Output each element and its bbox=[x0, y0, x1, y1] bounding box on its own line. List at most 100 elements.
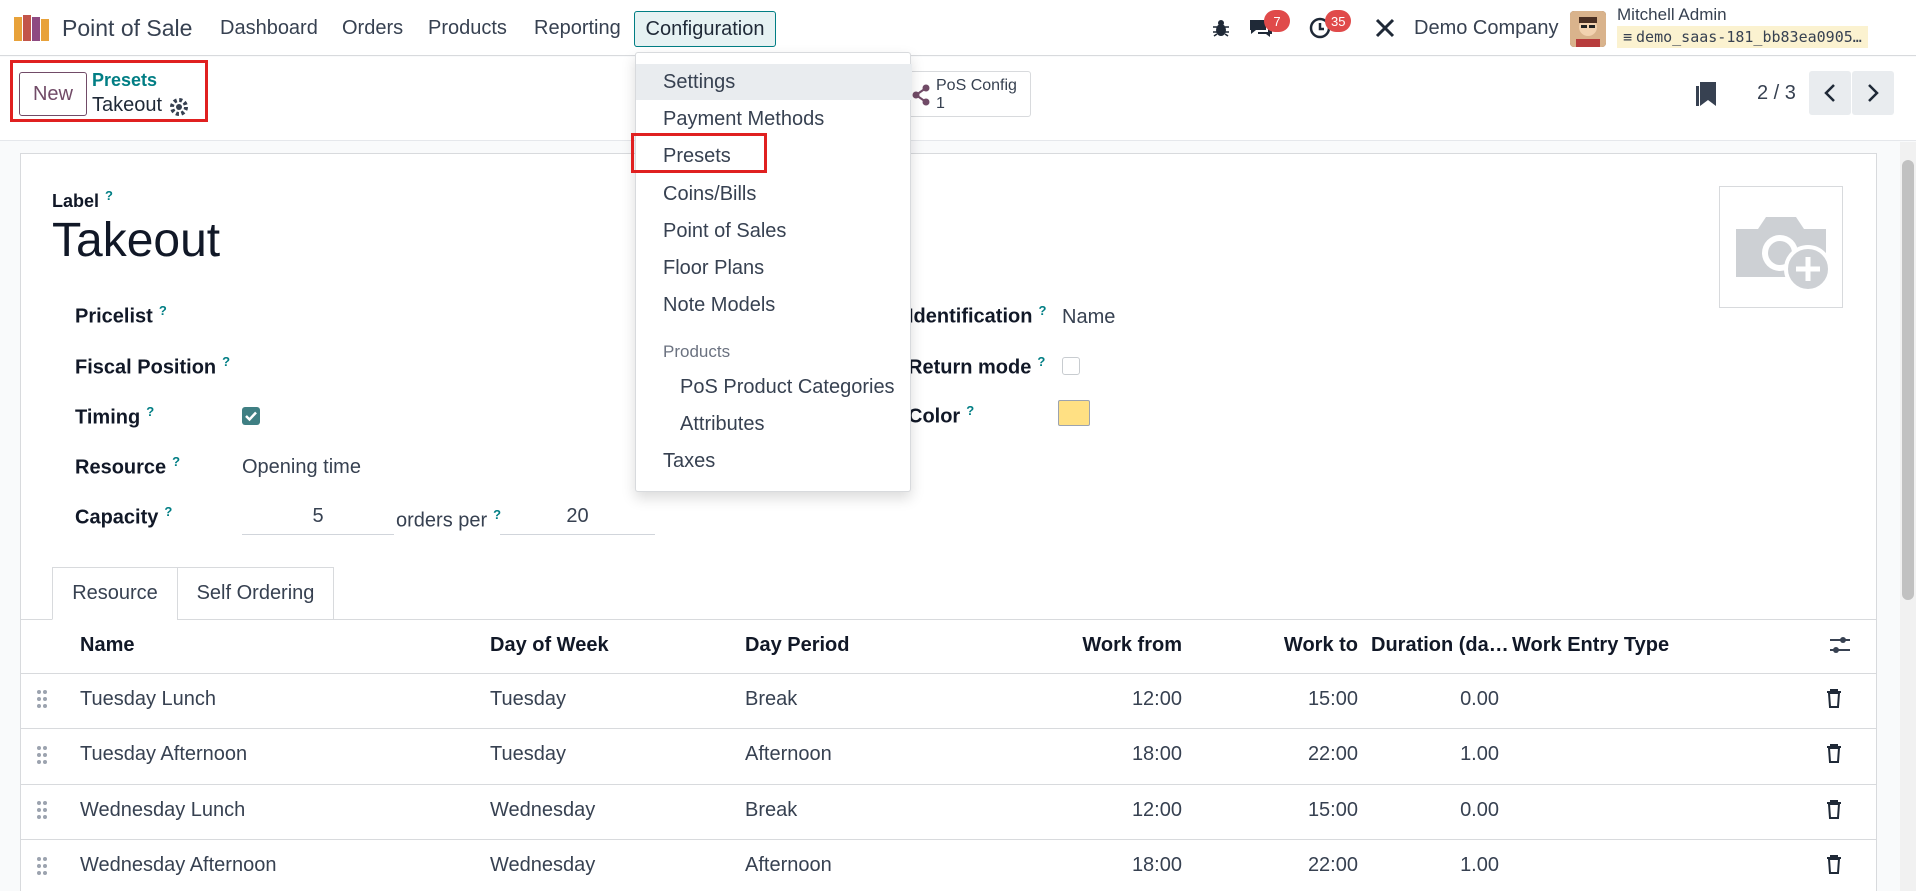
cell-day-period: Break bbox=[745, 799, 798, 821]
database-name-text: demo_saas-181_bb83ea0905… bbox=[1636, 28, 1862, 46]
identification-value[interactable]: Name bbox=[1062, 306, 1115, 329]
menu-configuration[interactable]: Configuration bbox=[634, 11, 776, 47]
menu-dashboard[interactable]: Dashboard bbox=[220, 0, 318, 56]
cell-work-from: 12:00 bbox=[1131, 688, 1182, 710]
pager-next-button[interactable] bbox=[1852, 71, 1894, 115]
cell-day-of-week: Wednesday bbox=[490, 799, 596, 821]
messages-count-badge: 7 bbox=[1264, 10, 1290, 32]
cell-day-period: Break bbox=[745, 688, 798, 710]
cell-duration: 0.00 bbox=[1460, 688, 1499, 710]
preset-title[interactable]: Takeout bbox=[52, 213, 220, 268]
orders-per-label: orders per? bbox=[396, 507, 502, 532]
pricelist-label: Pricelist? bbox=[75, 303, 167, 328]
menu-reporting[interactable]: Reporting bbox=[534, 0, 621, 56]
column-header-work-entry-type[interactable]: Work Entry Type bbox=[1512, 634, 1669, 657]
column-header-work-from[interactable]: Work from bbox=[1060, 634, 1182, 657]
row-divider bbox=[20, 784, 1877, 785]
column-header-work-to[interactable]: Work to bbox=[1250, 634, 1358, 657]
cell-work-to: 15:00 bbox=[1307, 688, 1358, 710]
smart-button-value: 1 bbox=[936, 95, 945, 112]
menu-item-floor-plans[interactable]: Floor Plans bbox=[636, 250, 912, 286]
menu-orders[interactable]: Orders bbox=[342, 0, 403, 56]
smart-button-label: PoS Config bbox=[936, 77, 1017, 94]
menu-item-coins-bills[interactable]: Coins/Bills bbox=[636, 176, 912, 212]
cell-day-of-week: Wednesday bbox=[490, 854, 596, 876]
app-title[interactable]: Point of Sale bbox=[62, 0, 192, 56]
capacity-label: Capacity? bbox=[75, 504, 173, 529]
pos-config-smart-button[interactable]: PoS Config 1 bbox=[905, 71, 1031, 117]
trash-icon[interactable] bbox=[1826, 743, 1842, 763]
identification-label: Identification? bbox=[908, 303, 1047, 328]
column-header-day-of-week[interactable]: Day of Week bbox=[490, 634, 609, 657]
timing-checkbox[interactable] bbox=[242, 407, 260, 425]
chevron-left-icon bbox=[1824, 84, 1835, 102]
drag-handle-icon[interactable] bbox=[36, 800, 48, 820]
tab-self-ordering[interactable]: Self Ordering bbox=[177, 567, 334, 620]
camera-icon bbox=[1736, 217, 1832, 293]
database-icon: ≡ bbox=[1623, 28, 1633, 46]
chevron-right-icon bbox=[1868, 84, 1879, 102]
cell-name: Tuesday Afternoon bbox=[80, 743, 248, 765]
trash-icon[interactable] bbox=[1826, 799, 1842, 819]
tools-icon[interactable] bbox=[1371, 14, 1399, 42]
menu-item-taxes[interactable]: Taxes bbox=[636, 443, 912, 479]
menu-item-payment-methods[interactable]: Payment Methods bbox=[636, 101, 912, 137]
menu-item-pos-product-categories[interactable]: PoS Product Categories bbox=[636, 369, 912, 405]
column-header-name[interactable]: Name bbox=[80, 634, 134, 657]
label-field-label: Label? bbox=[52, 188, 113, 211]
menu-section-products: Products bbox=[663, 342, 731, 361]
menu-item-note-models[interactable]: Note Models bbox=[636, 287, 912, 323]
cell-day-of-week: Tuesday bbox=[490, 743, 566, 765]
cell-work-from: 18:00 bbox=[1131, 854, 1182, 876]
company-switcher[interactable]: Demo Company bbox=[1414, 0, 1559, 56]
optional-columns-icon[interactable] bbox=[1829, 635, 1851, 655]
drag-handle-icon[interactable] bbox=[36, 689, 48, 709]
database-name: ≡ demo_saas-181_bb83ea0905… bbox=[1617, 26, 1868, 48]
top-navbar: Point of Sale Dashboard Orders Products … bbox=[0, 0, 1916, 56]
cell-duration: 1.00 bbox=[1460, 854, 1499, 876]
capacity-input[interactable]: 5 bbox=[242, 505, 394, 535]
bug-icon[interactable] bbox=[1207, 14, 1235, 42]
orders-per-input[interactable]: 20 bbox=[500, 505, 655, 535]
drag-handle-icon[interactable] bbox=[36, 745, 48, 765]
fiscal-position-label: Fiscal Position? bbox=[75, 354, 231, 379]
menu-products[interactable]: Products bbox=[428, 0, 507, 56]
pager-previous-button[interactable] bbox=[1809, 71, 1851, 115]
cell-duration: 0.00 bbox=[1460, 799, 1499, 821]
cell-work-to: 22:00 bbox=[1307, 854, 1358, 876]
color-label: Color? bbox=[908, 403, 975, 428]
cell-work-to: 22:00 bbox=[1307, 743, 1358, 765]
scrollbar-thumb[interactable] bbox=[1902, 160, 1914, 600]
user-name[interactable]: Mitchell Admin bbox=[1617, 5, 1727, 25]
column-header-day-period[interactable]: Day Period bbox=[745, 634, 849, 657]
menu-item-attributes[interactable]: Attributes bbox=[636, 406, 912, 442]
cell-work-from: 18:00 bbox=[1131, 743, 1182, 765]
share-icon bbox=[912, 84, 930, 106]
user-avatar[interactable] bbox=[1570, 11, 1606, 47]
drag-handle-icon[interactable] bbox=[36, 856, 48, 876]
highlight-breadcrumb bbox=[10, 60, 208, 122]
cell-day-of-week: Tuesday bbox=[490, 688, 566, 710]
tab-resource[interactable]: Resource bbox=[52, 567, 178, 620]
bookmark-icon[interactable] bbox=[1694, 80, 1720, 108]
trash-icon[interactable] bbox=[1826, 854, 1842, 874]
check-icon bbox=[245, 411, 257, 422]
row-divider bbox=[20, 839, 1877, 840]
return-mode-checkbox[interactable] bbox=[1062, 357, 1080, 375]
resource-value[interactable]: Opening time bbox=[242, 456, 361, 479]
menu-item-settings[interactable]: Settings bbox=[636, 64, 912, 100]
cell-work-from: 12:00 bbox=[1131, 799, 1182, 821]
cell-name: Wednesday Afternoon bbox=[80, 854, 277, 876]
trash-icon[interactable] bbox=[1826, 688, 1842, 708]
pos-app-icon[interactable] bbox=[14, 15, 50, 41]
menu-item-point-of-sales[interactable]: Point of Sales bbox=[636, 213, 912, 249]
cell-day-period: Afternoon bbox=[745, 743, 832, 765]
highlight-presets bbox=[631, 133, 767, 173]
pager-value[interactable]: 2 / 3 bbox=[1757, 82, 1796, 105]
column-header-duration[interactable]: Duration (da… bbox=[1371, 634, 1509, 657]
cell-work-to: 15:00 bbox=[1307, 799, 1358, 821]
color-swatch[interactable] bbox=[1058, 400, 1090, 426]
cell-day-period: Afternoon bbox=[745, 854, 832, 876]
image-upload[interactable] bbox=[1719, 186, 1843, 308]
return-mode-label: Return mode? bbox=[908, 354, 1046, 379]
